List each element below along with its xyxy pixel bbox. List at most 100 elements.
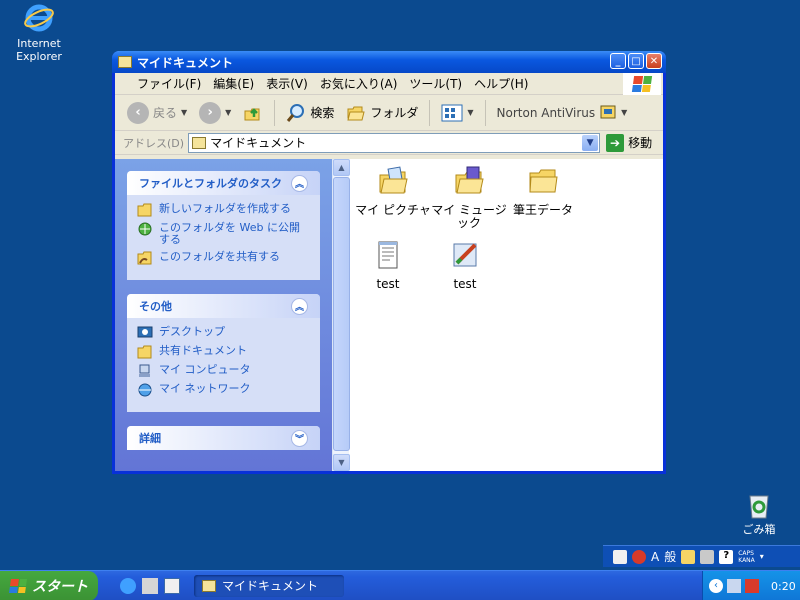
- security-alert-icon[interactable]: [745, 579, 759, 593]
- panel-header[interactable]: 詳細 ︾: [127, 426, 320, 450]
- task-pane: ファイルとフォルダのタスク ︽ 新しいフォルダを作成する このフォルダを Web…: [115, 159, 332, 471]
- conversion-mode-indicator[interactable]: 般: [664, 548, 676, 565]
- up-folder-button[interactable]: [239, 103, 267, 123]
- caps-indicator: CAPS: [738, 549, 754, 557]
- panel-title: ファイルとフォルダのタスク: [139, 177, 282, 190]
- up-folder-icon: [244, 107, 260, 120]
- internet-explorer-icon: [23, 2, 55, 34]
- menu-view[interactable]: 表示(V): [260, 75, 314, 92]
- search-label: 検索: [310, 106, 335, 120]
- desktop-internet-explorer[interactable]: Internet Explorer: [4, 2, 74, 63]
- desktop-icon-label: Internet Explorer: [16, 37, 62, 63]
- task-title: マイドキュメント: [222, 579, 319, 593]
- file-name: test: [453, 277, 477, 291]
- vertical-scrollbar[interactable]: ▲ ▼: [332, 159, 350, 471]
- norton-antivirus-button[interactable]: Norton AntiVirus ▼: [493, 104, 632, 122]
- task-label: 新しいフォルダを作成する: [159, 202, 291, 215]
- views-grid-icon: [441, 104, 463, 121]
- chevron-down-icon: ▼: [181, 108, 188, 117]
- network-icon: [138, 383, 152, 397]
- norton-label: Norton AntiVirus: [496, 105, 596, 120]
- file-item[interactable]: 筆王データ: [504, 165, 582, 217]
- ime-toolbox-icon[interactable]: [700, 549, 715, 564]
- task-publish-web[interactable]: このフォルダを Web に公開する: [137, 222, 310, 246]
- internet-explorer-icon[interactable]: [120, 577, 136, 594]
- scroll-up-button[interactable]: ▲: [333, 159, 350, 176]
- place-label: 共有ドキュメント: [159, 344, 247, 357]
- task-new-folder[interactable]: 新しいフォルダを作成する: [137, 203, 310, 217]
- start-button[interactable]: スタート: [0, 570, 98, 600]
- show-desktop-icon[interactable]: [164, 577, 180, 594]
- menu-tools[interactable]: ツール(T): [403, 75, 468, 92]
- toolbar: ‹ 戻る ▼ › ▼ 検索 フォルダ ▼ Norton AntiVirus ▼: [115, 95, 663, 131]
- search-button[interactable]: 検索: [282, 103, 338, 123]
- explorer-window: マイドキュメント _ □ ✕ ファイル(F) 編集(E) 表示(V) お気に入り…: [112, 51, 666, 474]
- toolbar-separator: [274, 99, 276, 126]
- place-my-network[interactable]: マイ ネットワーク: [137, 383, 310, 397]
- share-folder-icon: [137, 251, 152, 265]
- place-label: デスクトップ: [159, 325, 225, 338]
- menu-file[interactable]: ファイル(F): [131, 75, 207, 92]
- my-computer-icon: [139, 364, 150, 377]
- folders-label: フォルダ: [370, 106, 419, 120]
- back-arrow-icon: ‹: [127, 101, 149, 124]
- place-my-computer[interactable]: マイ コンピュータ: [137, 364, 310, 378]
- panel-header[interactable]: ファイルとフォルダのタスク ︽: [127, 171, 320, 195]
- place-desktop[interactable]: デスクトップ: [137, 326, 310, 340]
- maximize-button[interactable]: □: [628, 53, 644, 69]
- desktop-recycle-bin[interactable]: ごみ箱: [724, 488, 794, 536]
- details-panel: 詳細 ︾: [127, 426, 320, 450]
- panel-header[interactable]: その他 ︽: [127, 294, 320, 318]
- file-name: test: [376, 277, 400, 291]
- outlook-express-icon[interactable]: [142, 577, 158, 594]
- views-button[interactable]: ▼: [437, 104, 477, 122]
- folders-button[interactable]: フォルダ: [342, 103, 422, 123]
- folder-icon: [202, 579, 216, 592]
- taskbar-window-button[interactable]: マイドキュメント: [194, 574, 344, 597]
- search-icon: [287, 103, 305, 122]
- expand-icon[interactable]: ︾: [291, 429, 308, 447]
- clock[interactable]: 0:20: [771, 580, 796, 593]
- file-item[interactable]: test: [349, 239, 427, 291]
- panel-title: その他: [139, 300, 172, 313]
- file-item[interactable]: test: [426, 239, 504, 291]
- menu-bar: ファイル(F) 編集(E) 表示(V) お気に入り(A) ツール(T) ヘルプ(…: [115, 73, 663, 95]
- collapse-icon[interactable]: ︽: [291, 297, 308, 315]
- ime-pad-icon[interactable]: [632, 549, 646, 564]
- place-shared-documents[interactable]: 共有ドキュメント: [137, 345, 310, 359]
- task-label: このフォルダを Web に公開する: [159, 221, 300, 246]
- back-button[interactable]: ‹ 戻る ▼: [123, 101, 191, 124]
- file-item[interactable]: マイ ミュージック: [430, 165, 508, 230]
- collapse-icon[interactable]: ︽: [291, 174, 308, 192]
- scroll-thumb[interactable]: [333, 177, 350, 451]
- title-bar[interactable]: マイドキュメント _ □ ✕: [112, 51, 666, 73]
- task-share-folder[interactable]: このフォルダを共有する: [137, 251, 310, 265]
- menu-favorites[interactable]: お気に入り(A): [314, 75, 404, 92]
- menu-edit[interactable]: 編集(E): [207, 75, 260, 92]
- close-button[interactable]: ✕: [646, 53, 662, 69]
- show-hidden-icons-button[interactable]: ‹: [709, 579, 723, 593]
- address-dropdown-button[interactable]: ▼: [582, 134, 599, 151]
- menu-help[interactable]: ヘルプ(H): [468, 75, 534, 92]
- recycle-bin-icon: [743, 488, 775, 520]
- forward-arrow-icon: ›: [199, 101, 222, 124]
- windows-logo-icon: [623, 73, 661, 95]
- network-status-icon[interactable]: [727, 579, 741, 593]
- input-mode-indicator[interactable]: A: [651, 550, 659, 564]
- paint-image-icon: [453, 243, 477, 267]
- minimize-button[interactable]: _: [610, 53, 626, 69]
- address-input[interactable]: マイドキュメント ▼: [188, 132, 601, 153]
- language-bar-options-icon[interactable]: ▾: [760, 552, 764, 561]
- file-item[interactable]: マイ ピクチャ: [354, 165, 432, 217]
- forward-button[interactable]: › ▼: [195, 101, 235, 124]
- help-icon[interactable]: ?: [719, 549, 734, 564]
- file-folder-tasks-panel: ファイルとフォルダのタスク ︽ 新しいフォルダを作成する このフォルダを Web…: [127, 171, 320, 280]
- ime-tool-icon[interactable]: [681, 549, 696, 564]
- scroll-down-button[interactable]: ▼: [333, 454, 350, 471]
- file-name: マイ ミュージック: [431, 203, 507, 230]
- chevron-down-icon: ▼: [467, 108, 474, 117]
- text-document-icon: [378, 241, 398, 269]
- go-button[interactable]: ➔ 移動: [606, 133, 652, 152]
- desktop-icon: [137, 326, 153, 338]
- keyboard-icon[interactable]: [613, 549, 627, 564]
